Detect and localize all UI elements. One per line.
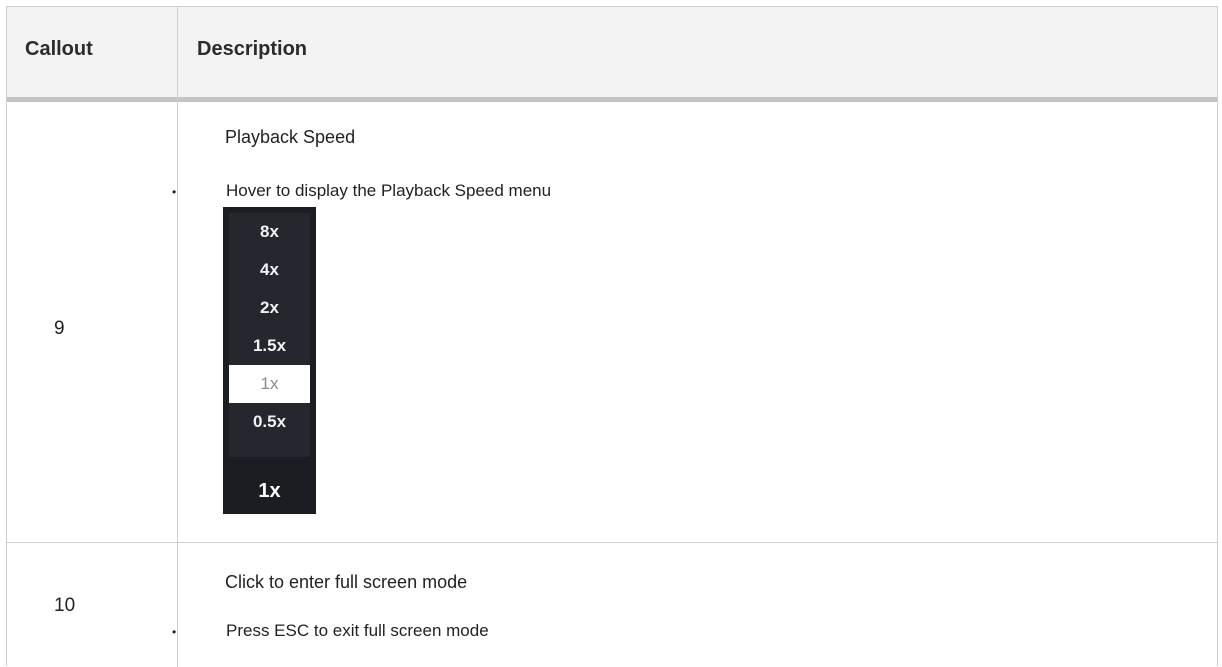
speed-option-2x[interactable]: 2x — [229, 289, 310, 327]
bullet-item: • Hover to display the Playback Speed men… — [172, 181, 551, 201]
playback-speed-menu: 8x 4x 2x 1.5x 1x 0.5x 1x — [223, 207, 316, 514]
description-title: Click to enter full screen mode — [225, 572, 468, 592]
speed-option-1x-selected[interactable]: 1x — [229, 365, 310, 403]
bullet-icon: • — [172, 185, 177, 199]
bullet-text: Press ESC to exit full screen mode — [226, 621, 489, 640]
speed-option-1-5x[interactable]: 1.5x — [229, 327, 310, 365]
bullet-icon: • — [172, 625, 177, 639]
speed-option-4x[interactable]: 4x — [229, 251, 310, 289]
header-description: Description — [197, 38, 308, 60]
speed-options-list: 8x 4x 2x 1.5x 1x 0.5x — [229, 213, 310, 457]
speed-option-8x[interactable]: 8x — [229, 213, 310, 251]
speed-option-0-5x[interactable]: 0.5x — [229, 403, 310, 441]
description-title: Playback Speed — [225, 127, 356, 147]
callout-number: 10 — [54, 595, 76, 616]
bullet-text: Hover to display the Playback Speed menu — [226, 181, 552, 200]
current-speed-button[interactable]: 1x — [229, 472, 310, 510]
bullet-item: • Press ESC to exit full screen mode — [172, 621, 489, 641]
callout-table: Callout Description 9 Playback Speed • Ho… — [6, 6, 1218, 667]
table-header: Callout Description — [7, 7, 1217, 102]
callout-number: 9 — [54, 318, 65, 339]
row-separator — [7, 542, 1217, 543]
column-divider — [177, 7, 178, 667]
header-callout: Callout — [25, 38, 93, 60]
